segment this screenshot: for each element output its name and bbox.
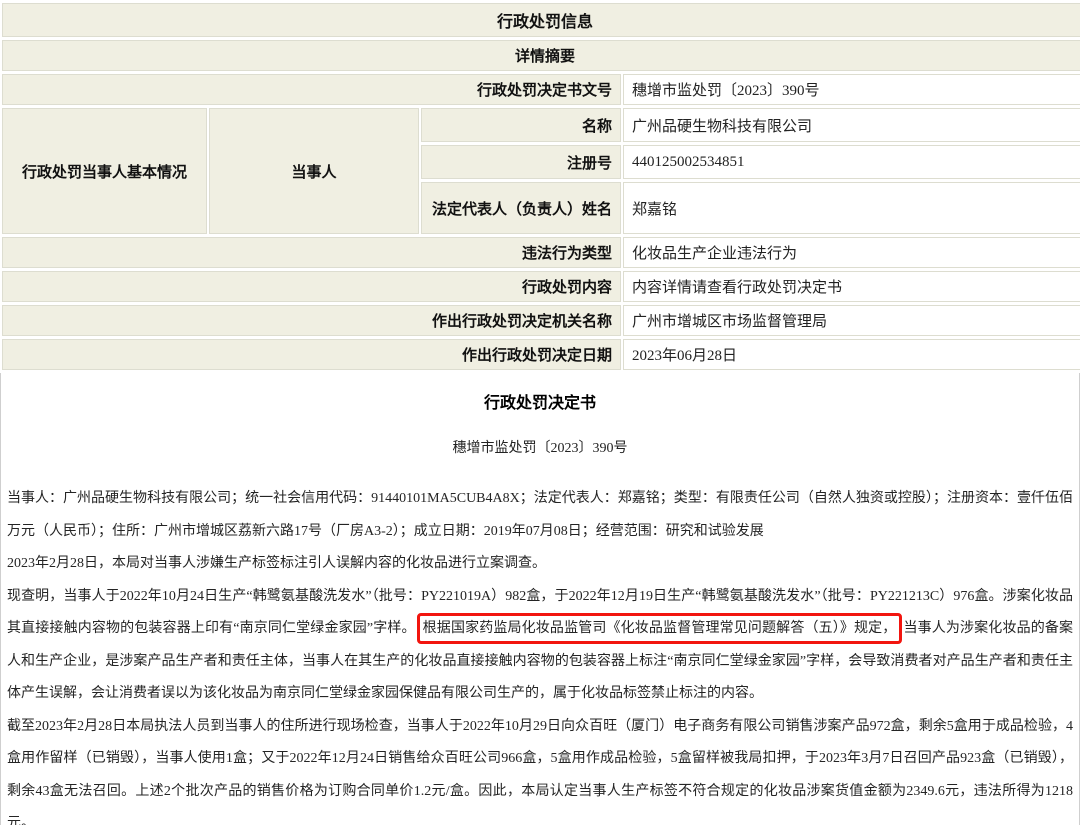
penalty-record-page: 行政处罚信息 详情摘要 行政处罚决定书文号 穗增市监处罚〔2023〕390号 行… xyxy=(0,0,1080,825)
paragraph-case-filing: 2023年2月28日，本局对当事人涉嫌生产标签标注引人误解内容的化妆品进行立案调… xyxy=(7,548,1073,581)
table-row: 作出行政处罚决定日期 2023年06月28日 xyxy=(2,339,1080,370)
party-name-label: 名称 xyxy=(421,108,621,142)
party-subheader: 当事人 xyxy=(209,108,419,234)
legal-representative-value: 郑嘉铭 xyxy=(623,182,1080,234)
doc-number-label: 行政处罚决定书文号 xyxy=(2,74,621,105)
table-row: 行政处罚信息 xyxy=(2,3,1080,37)
table-row: 详情摘要 xyxy=(2,40,1080,71)
table-row: 行政处罚内容 内容详情请查看行政处罚决定书 xyxy=(2,271,1080,302)
violation-type-value: 化妆品生产企业违法行为 xyxy=(623,237,1080,268)
table-row: 行政处罚当事人基本情况 当事人 名称 广州品硬生物科技有限公司 xyxy=(2,108,1080,142)
doc-number-value: 穗增市监处罚〔2023〕390号 xyxy=(623,74,1080,105)
page-title: 行政处罚信息 xyxy=(2,3,1080,37)
legal-representative-label: 法定代表人（负责人）姓名 xyxy=(421,182,621,234)
penalty-content-label: 行政处罚内容 xyxy=(2,271,621,302)
decision-date-label: 作出行政处罚决定日期 xyxy=(2,339,621,370)
document-title: 行政处罚决定书 xyxy=(7,389,1073,413)
registration-number-label: 注册号 xyxy=(421,145,621,179)
highlighted-regulation-clause: 根据国家药监局化妆品监管司《化妆品监督管理常见问题解答（五）》规定， xyxy=(417,613,903,644)
section-subtitle: 详情摘要 xyxy=(2,40,1080,71)
deciding-authority-label: 作出行政处罚决定机关名称 xyxy=(2,305,621,336)
paragraph-party-info: 当事人：广州品硬生物科技有限公司；统一社会信用代码：91440101MA5CUB… xyxy=(7,483,1073,548)
document-body: 当事人：广州品硬生物科技有限公司；统一社会信用代码：91440101MA5CUB… xyxy=(7,483,1073,825)
table-row: 违法行为类型 化妆品生产企业违法行为 xyxy=(2,237,1080,268)
party-name-value: 广州品硬生物科技有限公司 xyxy=(623,108,1080,142)
deciding-authority-value: 广州市增城区市场监督管理局 xyxy=(623,305,1080,336)
paragraph-findings: 现查明，当事人于2022年10月24日生产“韩鹭氨基酸洗发水”（批号：PY221… xyxy=(7,581,1073,711)
party-section-header: 行政处罚当事人基本情况 xyxy=(2,108,207,234)
table-row: 行政处罚决定书文号 穗增市监处罚〔2023〕390号 xyxy=(2,74,1080,105)
penalty-content-value: 内容详情请查看行政处罚决定书 xyxy=(623,271,1080,302)
penalty-decision-document: 行政处罚决定书 穗增市监处罚〔2023〕390号 当事人：广州品硬生物科技有限公… xyxy=(0,373,1080,825)
violation-type-label: 违法行为类型 xyxy=(2,237,621,268)
document-number: 穗增市监处罚〔2023〕390号 xyxy=(7,437,1073,457)
decision-date-value: 2023年06月28日 xyxy=(623,339,1080,370)
table-row: 作出行政处罚决定机关名称 广州市增城区市场监督管理局 xyxy=(2,305,1080,336)
paragraph-inspection-details: 截至2023年2月28日本局执法人员到当事人的住所进行现场检查，当事人于2022… xyxy=(7,711,1073,825)
registration-number-value: 440125002534851 xyxy=(623,145,1080,179)
penalty-summary-table: 行政处罚信息 详情摘要 行政处罚决定书文号 穗增市监处罚〔2023〕390号 行… xyxy=(0,0,1080,373)
